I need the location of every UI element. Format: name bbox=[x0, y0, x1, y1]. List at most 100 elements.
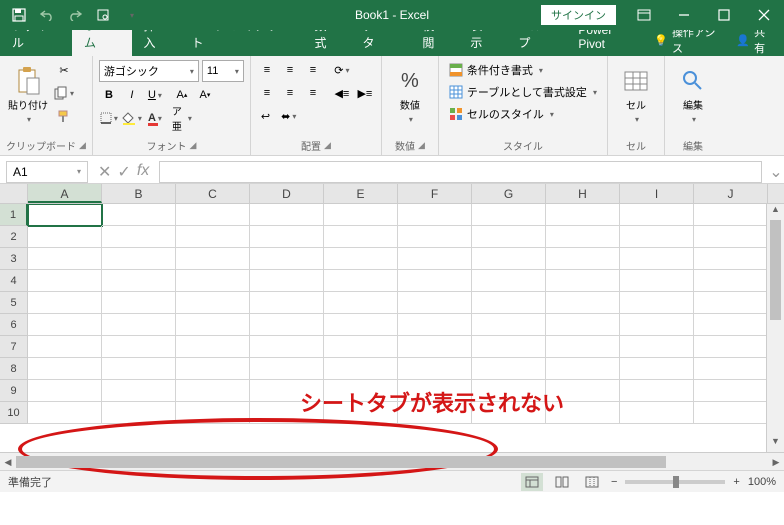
scroll-left-icon[interactable]: ◀ bbox=[0, 453, 16, 470]
cell[interactable] bbox=[102, 248, 176, 270]
cell[interactable] bbox=[694, 314, 768, 336]
cell[interactable] bbox=[324, 270, 398, 292]
cell[interactable] bbox=[102, 380, 176, 402]
maximize-icon[interactable] bbox=[704, 0, 744, 30]
column-header[interactable]: D bbox=[250, 184, 324, 203]
column-header[interactable]: F bbox=[398, 184, 472, 203]
align-right-icon[interactable]: ≡ bbox=[303, 83, 323, 103]
cell[interactable] bbox=[620, 402, 694, 424]
increase-font-icon[interactable]: A▴ bbox=[172, 85, 192, 105]
cell[interactable] bbox=[472, 248, 546, 270]
cell[interactable] bbox=[620, 270, 694, 292]
vertical-scrollbar[interactable]: ▲ ▼ bbox=[766, 204, 784, 452]
row-header[interactable]: 2 bbox=[0, 226, 28, 248]
cell[interactable] bbox=[324, 336, 398, 358]
cell[interactable] bbox=[102, 226, 176, 248]
zoom-slider[interactable] bbox=[625, 480, 725, 484]
cell[interactable] bbox=[28, 314, 102, 336]
cell[interactable] bbox=[620, 226, 694, 248]
italic-button[interactable]: I bbox=[122, 85, 142, 105]
phonetic-icon[interactable]: ア亜 bbox=[172, 108, 192, 128]
cell[interactable] bbox=[472, 204, 546, 226]
align-top-icon[interactable]: ≡ bbox=[257, 60, 277, 80]
cell[interactable] bbox=[28, 248, 102, 270]
select-all-corner[interactable] bbox=[0, 184, 28, 203]
cell[interactable] bbox=[102, 204, 176, 226]
cell[interactable] bbox=[28, 204, 102, 226]
print-preview-icon[interactable] bbox=[94, 6, 112, 24]
cell[interactable] bbox=[694, 226, 768, 248]
row-header[interactable]: 8 bbox=[0, 358, 28, 380]
cell[interactable] bbox=[398, 226, 472, 248]
cell[interactable] bbox=[546, 292, 620, 314]
cell[interactable] bbox=[324, 380, 398, 402]
cell[interactable] bbox=[694, 358, 768, 380]
cell[interactable] bbox=[102, 292, 176, 314]
cell[interactable] bbox=[28, 402, 102, 424]
cancel-icon[interactable]: ✕ bbox=[98, 162, 111, 182]
enter-icon[interactable]: ✓ bbox=[117, 162, 130, 182]
font-size-select[interactable]: 11 bbox=[202, 60, 244, 82]
merge-center-icon[interactable]: ⬌ bbox=[277, 106, 300, 126]
cells-button[interactable]: セル bbox=[614, 60, 658, 132]
cell[interactable] bbox=[398, 292, 472, 314]
save-icon[interactable] bbox=[10, 6, 28, 24]
number-dialog-launcher[interactable]: ◢ bbox=[418, 140, 425, 151]
row-header[interactable]: 3 bbox=[0, 248, 28, 270]
cell[interactable] bbox=[620, 358, 694, 380]
alignment-dialog-launcher[interactable]: ◢ bbox=[324, 140, 331, 151]
scroll-right-icon[interactable]: ▶ bbox=[768, 453, 784, 470]
row-header[interactable]: 6 bbox=[0, 314, 28, 336]
column-header[interactable]: J bbox=[694, 184, 768, 203]
page-layout-view-icon[interactable] bbox=[551, 473, 573, 491]
cell[interactable] bbox=[398, 270, 472, 292]
cell[interactable] bbox=[176, 336, 250, 358]
orientation-icon[interactable]: ⟳ bbox=[332, 60, 352, 80]
scrollbar-thumb[interactable] bbox=[16, 456, 666, 468]
cell[interactable] bbox=[472, 270, 546, 292]
align-center-icon[interactable]: ≡ bbox=[280, 83, 300, 103]
cell[interactable] bbox=[694, 402, 768, 424]
zoom-level[interactable]: 100% bbox=[748, 476, 776, 488]
fill-color-icon[interactable] bbox=[122, 108, 142, 128]
cell[interactable] bbox=[398, 402, 472, 424]
cell[interactable] bbox=[546, 204, 620, 226]
cell[interactable] bbox=[176, 226, 250, 248]
undo-icon[interactable] bbox=[38, 6, 56, 24]
scroll-down-icon[interactable]: ▼ bbox=[767, 436, 784, 452]
cell[interactable] bbox=[472, 292, 546, 314]
clipboard-dialog-launcher[interactable]: ◢ bbox=[79, 140, 86, 151]
cell[interactable] bbox=[620, 248, 694, 270]
cell[interactable] bbox=[176, 358, 250, 380]
cell[interactable] bbox=[546, 402, 620, 424]
cell[interactable] bbox=[28, 226, 102, 248]
normal-view-icon[interactable] bbox=[521, 473, 543, 491]
cell[interactable] bbox=[324, 402, 398, 424]
cell[interactable] bbox=[176, 292, 250, 314]
cell[interactable] bbox=[472, 380, 546, 402]
align-left-icon[interactable]: ≡ bbox=[257, 83, 277, 103]
redo-icon[interactable] bbox=[66, 6, 84, 24]
font-name-select[interactable]: 游ゴシック bbox=[99, 60, 199, 82]
cell[interactable] bbox=[250, 292, 324, 314]
column-header[interactable]: A bbox=[28, 184, 102, 203]
row-header[interactable]: 4 bbox=[0, 270, 28, 292]
cell[interactable] bbox=[324, 292, 398, 314]
column-header[interactable]: G bbox=[472, 184, 546, 203]
cut-icon[interactable]: ✂ bbox=[54, 60, 74, 80]
cell[interactable] bbox=[250, 336, 324, 358]
conditional-formatting-button[interactable]: 条件付き書式 bbox=[445, 60, 547, 80]
cell[interactable] bbox=[546, 336, 620, 358]
cell[interactable] bbox=[102, 336, 176, 358]
column-header[interactable]: I bbox=[620, 184, 694, 203]
cell[interactable] bbox=[472, 336, 546, 358]
cell[interactable] bbox=[250, 314, 324, 336]
formula-input[interactable] bbox=[159, 161, 762, 183]
bold-button[interactable]: B bbox=[99, 85, 119, 105]
copy-icon[interactable] bbox=[54, 83, 74, 103]
cell[interactable] bbox=[102, 402, 176, 424]
scroll-up-icon[interactable]: ▲ bbox=[767, 204, 784, 220]
column-header[interactable]: B bbox=[102, 184, 176, 203]
cell-styles-button[interactable]: セルのスタイル bbox=[445, 104, 558, 124]
cell[interactable] bbox=[324, 248, 398, 270]
